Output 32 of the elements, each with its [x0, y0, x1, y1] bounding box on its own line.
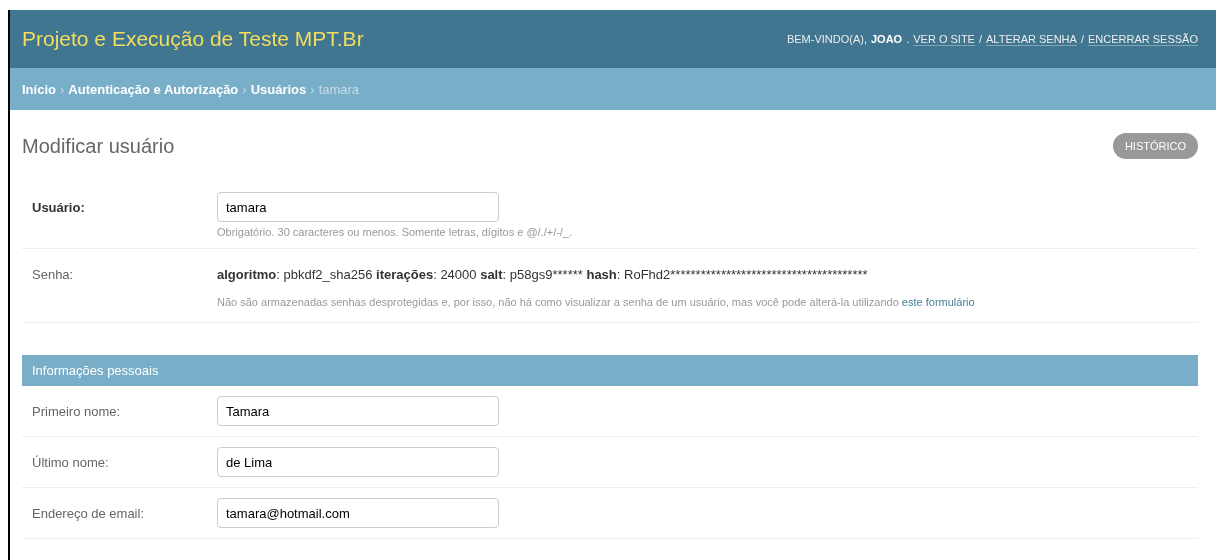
- help-text: Não são armazenadas senhas desprotegidas e, por isso, não há como visualizar a senha de um usuário, mas você pode alterá-la utilizando este formulário: [217, 296, 975, 308]
- field-label: Último nome:: [32, 454, 110, 472]
- breadcrumb-separator: ›: [59, 81, 65, 97]
- separator-text: /: [1080, 33, 1084, 45]
- form-link[interactable]: este formulário: [901, 296, 975, 308]
- help-text: Obrigatório. 30 caracteres ou menos. Somente letras, dígitos e @/./+/-/_.: [217, 226, 573, 238]
- text-field[interactable]: Tamara: [217, 396, 499, 426]
- field-label: Usuário:: [32, 199, 86, 217]
- breadcrumb-separator: ›: [242, 81, 247, 97]
- field-label: Primeiro nome:: [32, 403, 122, 421]
- header-link[interactable]: ALTERAR SENHA: [986, 32, 1077, 46]
- page-title: Modificar usuário: [22, 134, 175, 158]
- separator-text: .: [906, 33, 910, 45]
- separator-text: /: [978, 33, 983, 45]
- section-header: Informações pessoais: [22, 355, 1198, 386]
- header-link[interactable]: VER O SITE: [913, 32, 975, 46]
- breadcrumb-separator: ›: [310, 81, 315, 97]
- password-hash-text: algoritmo: pbkdf2_sha256 iterações: 24000 salt: p58gs9****** hash: RoFhd2***************************************: [217, 266, 869, 282]
- field-label: Endereço de email:: [32, 505, 145, 523]
- text-field[interactable]: de Lima: [217, 447, 499, 477]
- welcome-text: BEM-VINDO(A),: [786, 33, 867, 45]
- breadcrumb-link[interactable]: Autenticação e Autorização: [68, 81, 239, 97]
- field-label: Senha:: [32, 266, 75, 284]
- text-field[interactable]: tamara@hotmail.com: [217, 498, 499, 528]
- breadcrumb-link[interactable]: Usuários: [250, 81, 307, 97]
- site-title: Projeto e Execução de Teste MPT.Br: [22, 27, 364, 51]
- username-field[interactable]: tamara: [217, 192, 499, 222]
- user-name: JOAO: [870, 33, 903, 45]
- history-button[interactable]: HISTÓRICO: [1112, 133, 1198, 159]
- breadcrumb-link[interactable]: Início: [22, 81, 56, 97]
- header-link[interactable]: ENCERRAR SESSÃO: [1087, 32, 1198, 46]
- breadcrumb-current: tamara: [318, 81, 360, 97]
